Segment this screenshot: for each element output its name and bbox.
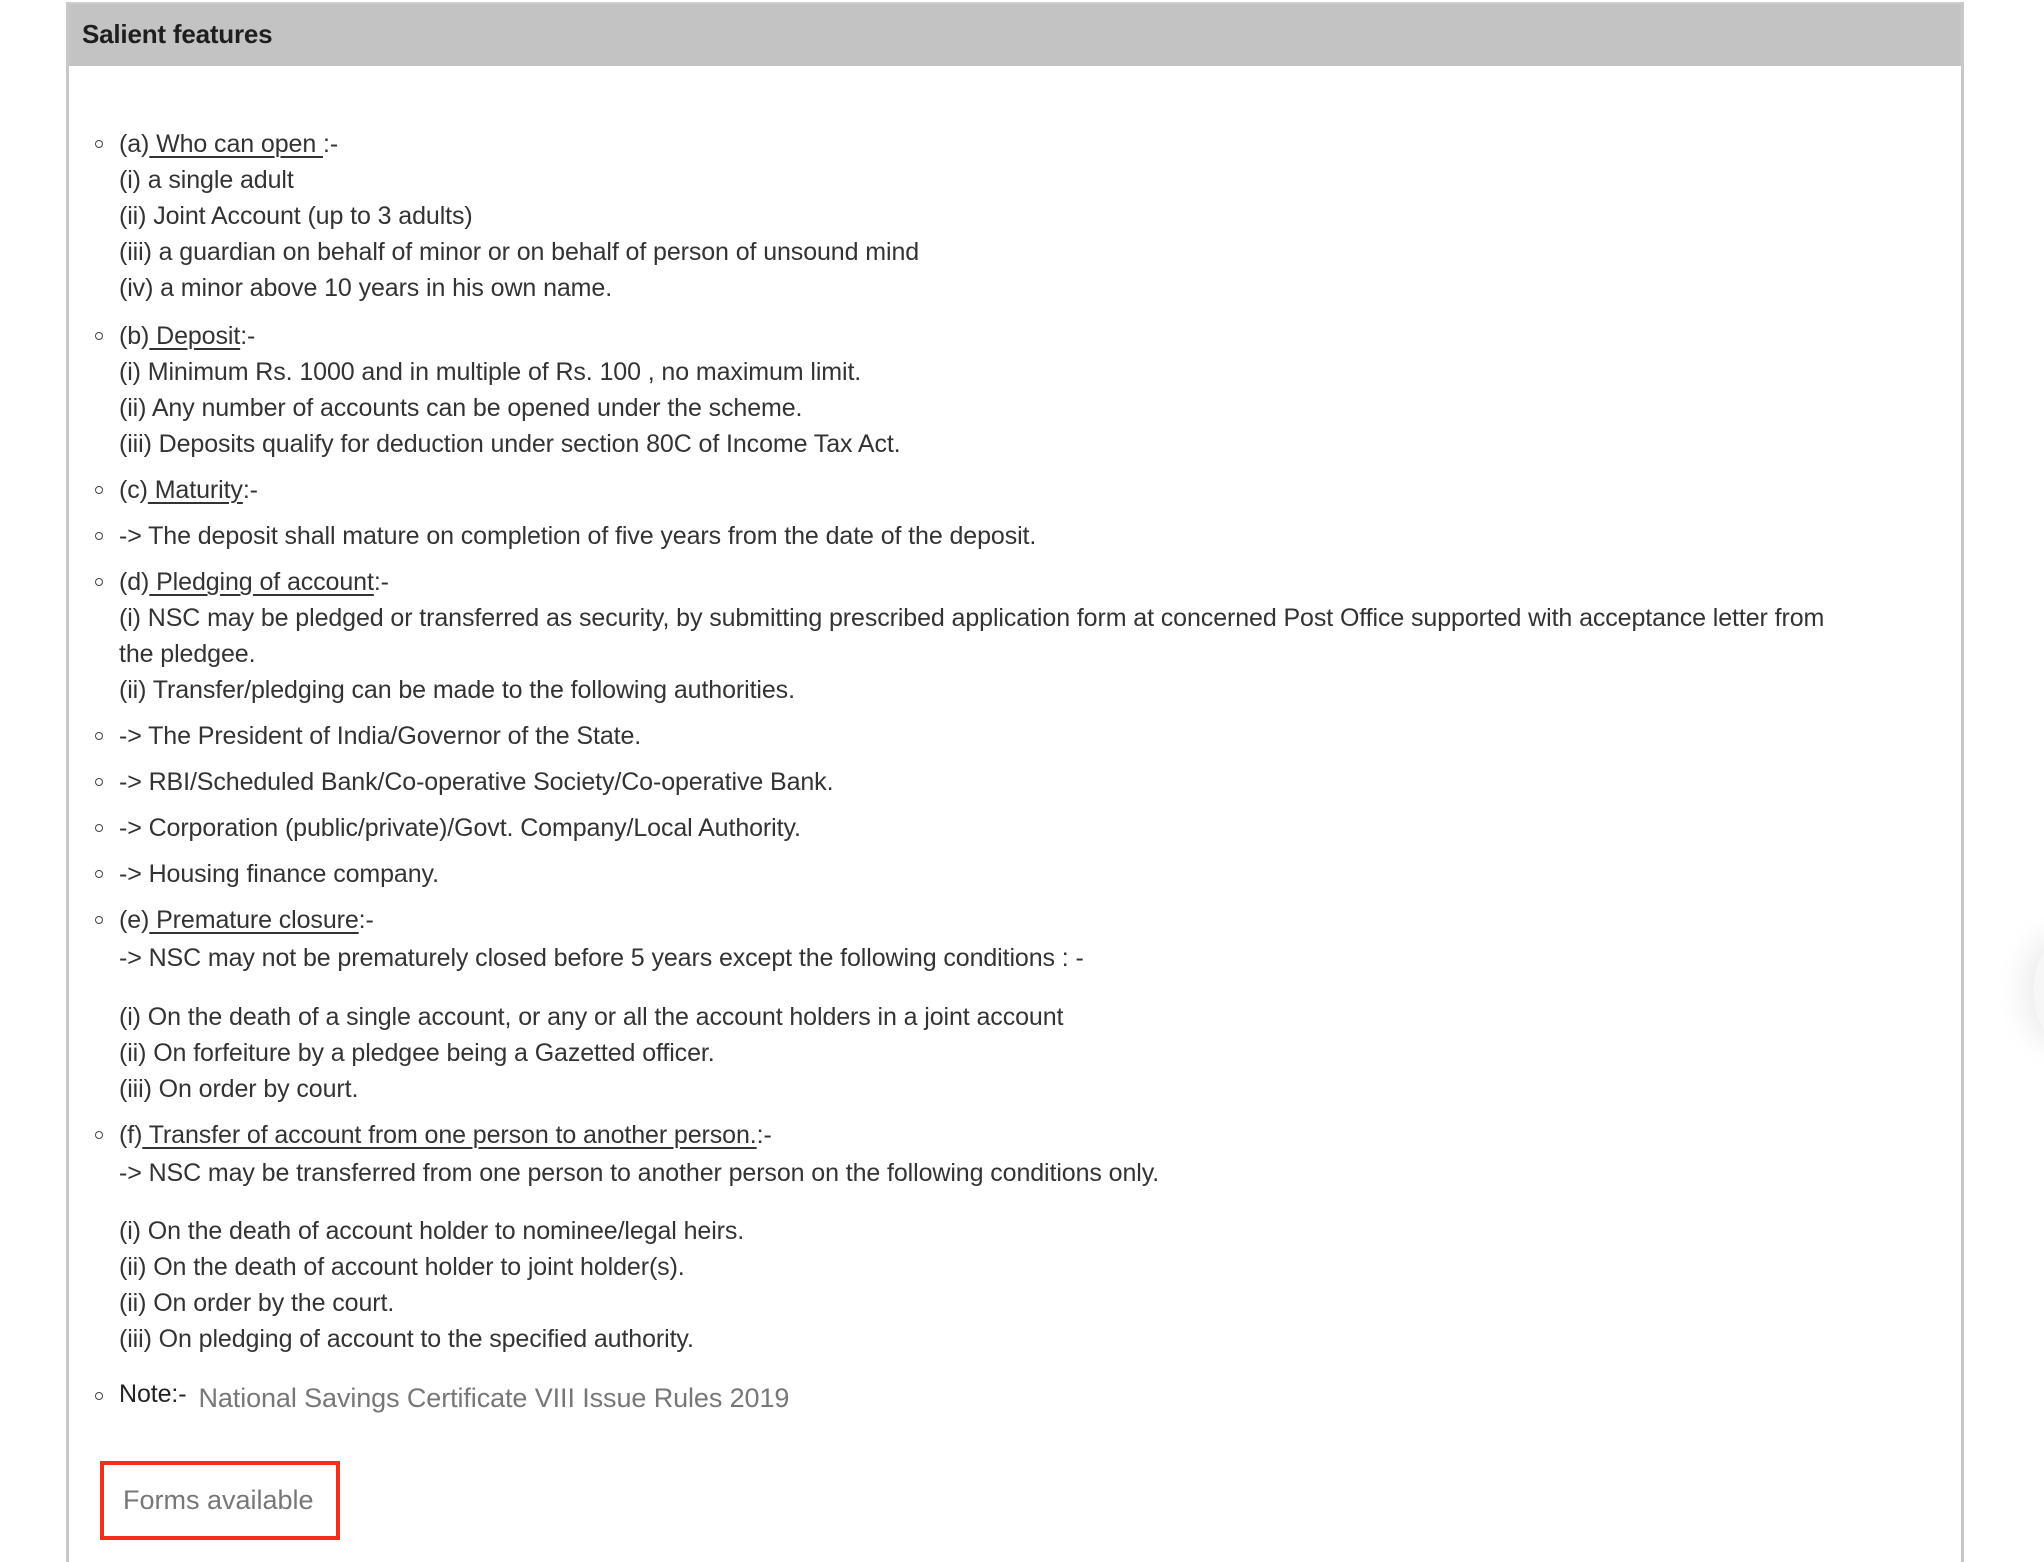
list-item: -> Corporation (public/private)/Govt. Co… [119,814,801,842]
list-item: (i) On the death of account holder to no… [119,1217,745,1245]
content-area: (a) Who can open :- (i) a single adult (… [66,2,1964,1562]
list-item: (iii) On pledging of account to the spec… [119,1325,694,1353]
note-row: Note:- National Savings Certificate VIII … [119,1375,789,1413]
section-prefix: (f) [119,1121,143,1149]
list-item: (i) a single adult [119,166,294,194]
section-f-heading: (f) Transfer of account from one person … [119,1117,772,1153]
list-bullet-icon [95,732,103,740]
section-suffix: :- [358,906,374,934]
list-item: (ii) On the death of account holder to j… [119,1253,685,1281]
list-bullet-icon [95,486,103,494]
list-bullet-icon [95,1131,103,1139]
floating-widget-edge [2034,945,2044,1035]
list-item: (ii) Transfer/pledging can be made to th… [119,676,795,704]
list-bullet-icon [95,578,103,586]
list-item: (i) NSC may be pledged or transferred as… [119,604,1825,632]
section-suffix: :- [240,322,256,350]
note-label: Note:- [119,1380,187,1408]
list-bullet-icon [95,1392,103,1400]
list-item: -> RBI/Scheduled Bank/Co-operative Socie… [119,768,834,796]
list-bullet-icon [95,824,103,832]
section-d-title: Pledging of account [149,568,374,596]
list-item: (i) Minimum Rs. 1000 and in multiple of … [119,358,862,386]
list-item: the pledgee. [119,640,256,668]
section-e-heading: (e) Premature closure:- [119,902,374,938]
section-c-heading: (c) Maturity:- [119,472,258,508]
list-item: (iii) On order by court. [119,1075,359,1103]
section-c-title: Maturity [147,476,243,504]
section-e-title: Premature closure [149,906,359,934]
section-prefix: (a) [119,130,150,158]
section-suffix: :- [242,476,258,504]
list-item: (iii) Deposits qualify for deduction und… [119,430,901,458]
section-prefix: (d) [119,568,150,596]
section-prefix: (e) [119,906,150,934]
section-prefix: (c) [119,476,148,504]
section-a-title: Who can open [149,130,323,158]
section-suffix: :- [322,130,339,158]
nsc-rules-link[interactable]: National Savings Certificate VIII Issue … [198,1383,789,1413]
list-item: (ii) Joint Account (up to 3 adults) [119,202,473,230]
forms-available-highlight: Forms available [100,1461,340,1540]
list-item: -> Housing finance company. [119,860,439,888]
section-a-heading: (a) Who can open :- [119,126,338,162]
list-item: (iv) a minor above 10 years in his own n… [119,274,613,302]
forms-available-link[interactable]: Forms available [123,1485,314,1516]
list-bullet-icon [95,778,103,786]
section-suffix: :- [373,568,389,596]
list-bullet-icon [95,870,103,878]
list-bullet-icon [95,532,103,540]
list-bullet-icon [95,140,103,148]
list-item: (ii) On order by the court. [119,1289,395,1317]
list-item: -> NSC may not be prematurely closed bef… [119,944,1084,972]
list-item: (ii) Any number of accounts can be opene… [119,394,803,422]
section-b-title: Deposit [149,322,241,350]
list-bullet-icon [95,332,103,340]
list-item: (ii) On forfeiture by a pledgee being a … [119,1039,715,1067]
list-item: -> The President of India/Governor of th… [119,722,642,750]
section-f-title: Transfer of account from one person to a… [142,1121,757,1149]
section-suffix: :- [756,1121,772,1149]
section-b-heading: (b) Deposit:- [119,318,255,354]
list-item: -> NSC may be transferred from one perso… [119,1159,1160,1187]
list-item: -> The deposit shall mature on completio… [119,522,1037,550]
list-item: (iii) a guardian on behalf of minor or o… [119,238,920,266]
section-prefix: (b) [119,322,150,350]
list-item: (i) On the death of a single account, or… [119,1003,1064,1031]
list-bullet-icon [95,916,103,924]
section-d-heading: (d) Pledging of account:- [119,564,389,600]
